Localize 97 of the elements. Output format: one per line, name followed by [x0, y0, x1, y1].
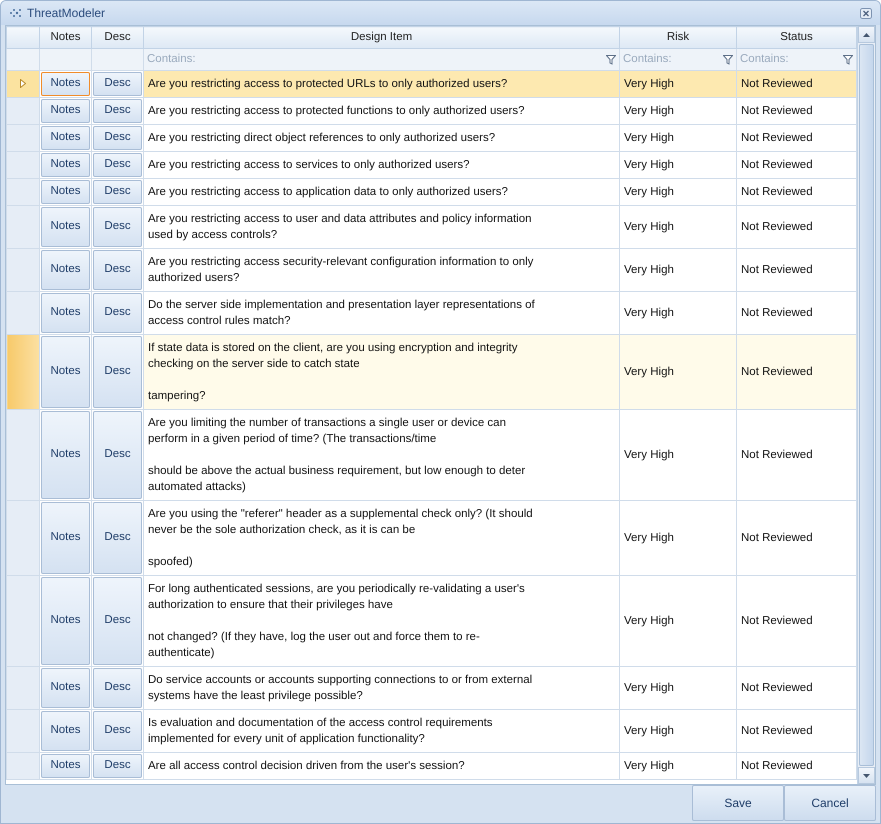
status-cell: Not Reviewed — [736, 98, 856, 124]
design-item-cell: Is evaluation and documentation of the access control requirements implemented for every unit of application functionality? — [144, 710, 620, 752]
risk-cell: Very High — [620, 70, 736, 98]
save-button[interactable]: Save — [692, 785, 784, 821]
status-cell: Not Reviewed — [736, 152, 856, 178]
row-header[interactable] — [6, 710, 40, 752]
notes-button[interactable]: Notes — [41, 668, 90, 708]
status-cell: Not Reviewed — [736, 124, 856, 152]
design-item-cell: Are you restricting access to protected functions to only authorized users? — [144, 98, 620, 124]
row-header[interactable] — [6, 152, 40, 178]
filter-icon[interactable] — [606, 54, 616, 64]
status-cell: Not Reviewed — [736, 70, 856, 98]
risk-cell: Very High — [620, 124, 736, 152]
risk-cell: Very High — [620, 152, 736, 178]
notes-button[interactable]: Notes — [41, 293, 90, 333]
row-header[interactable] — [6, 334, 40, 410]
status-cell: Not Reviewed — [736, 752, 856, 780]
row-header[interactable] — [6, 70, 40, 98]
status-cell: Not Reviewed — [736, 334, 856, 410]
risk-cell: Very High — [620, 500, 736, 576]
notes-button[interactable]: Notes — [41, 126, 90, 150]
risk-cell: Very High — [620, 206, 736, 248]
design-item-cell: Are you limiting the number of transactions a single user or device can perform in a given period of time? (The transactions/time should be above the actual business requirement, but low enough to deter automated attacks) — [144, 410, 620, 500]
design-item-cell: Are you restricting access to protected URLs to only authorized users? — [144, 70, 620, 98]
description-button[interactable]: Desc — [93, 293, 142, 333]
description-button[interactable]: Desc — [93, 72, 142, 96]
design-item-cell: If state data is stored on the client, are you using encryption and integrity checking on the server side to catch state tampering? — [144, 334, 620, 410]
filter-icon[interactable] — [843, 54, 853, 64]
risk-cell: Very High — [620, 710, 736, 752]
notes-button[interactable]: Notes — [41, 207, 90, 247]
description-button[interactable]: Desc — [93, 502, 142, 574]
row-header[interactable] — [6, 178, 40, 206]
description-button[interactable]: Desc — [93, 180, 142, 204]
design-item-cell: Are you restricting access security-relevant configuration information to only authorized users? — [144, 248, 620, 292]
description-button[interactable]: Desc — [93, 668, 142, 708]
cancel-button[interactable]: Cancel — [784, 785, 876, 821]
design-item-cell: Are all access control decision driven from the user's session? — [144, 752, 620, 780]
notes-button[interactable]: Notes — [41, 577, 90, 665]
design-item-cell: Are you restricting access to user and data attributes and policy information used by access controls? — [144, 206, 620, 248]
design-item-cell: Are you restricting access to application data to only authorized users? — [144, 178, 620, 206]
filter-icon[interactable] — [723, 54, 733, 64]
row-header[interactable] — [6, 206, 40, 248]
row-header[interactable] — [6, 752, 40, 780]
scroll-up-icon[interactable] — [863, 32, 870, 36]
description-button[interactable]: Desc — [93, 250, 142, 290]
design-item-cell: Are you restricting direct object references to only authorized users? — [144, 124, 620, 152]
description-button[interactable]: Desc — [93, 411, 142, 499]
row-header[interactable] — [6, 248, 40, 292]
notes-button[interactable]: Notes — [41, 180, 90, 204]
status-cell: Not Reviewed — [736, 178, 856, 206]
notes-button[interactable]: Notes — [41, 502, 90, 574]
risk-cell: Very High — [620, 666, 736, 710]
notes-button[interactable]: Notes — [41, 72, 90, 96]
risk-cell: Very High — [620, 248, 736, 292]
notes-button[interactable]: Notes — [41, 754, 90, 778]
column-header[interactable]: Notes — [40, 26, 92, 48]
notes-button[interactable]: Notes — [41, 711, 90, 751]
design-item-cell: Are you using the "referer" header as a supplemental check only? (It should never be the sole authorization check, as it is can be spoofed) — [144, 500, 620, 576]
row-header[interactable] — [6, 292, 40, 334]
row-header[interactable] — [6, 124, 40, 152]
row-header[interactable] — [6, 500, 40, 576]
column-header[interactable]: Design Item — [144, 26, 620, 48]
row-header[interactable] — [6, 410, 40, 500]
notes-button[interactable]: Notes — [41, 99, 90, 123]
column-header[interactable]: Desc — [92, 26, 144, 48]
description-button[interactable]: Desc — [93, 754, 142, 778]
design-item-cell: For long authenticated sessions, are you periodically re-validating a user's authorization to ensure that their privileges have not changed? (If they have, log the user out and force them to re- authenticate) — [144, 576, 620, 666]
description-button[interactable]: Desc — [93, 99, 142, 123]
risk-cell: Very High — [620, 98, 736, 124]
description-button[interactable]: Desc — [93, 577, 142, 665]
design-item-cell: Do service accounts or accounts supporting connections to or from external systems have the least privilege possible? — [144, 666, 620, 710]
notes-button[interactable]: Notes — [41, 336, 90, 408]
risk-cell: Very High — [620, 410, 736, 500]
description-button[interactable]: Desc — [93, 336, 142, 408]
description-button[interactable]: Desc — [93, 153, 142, 177]
scroll-down-icon[interactable] — [863, 774, 870, 778]
description-button[interactable]: Desc — [93, 207, 142, 247]
description-button[interactable]: Desc — [93, 126, 142, 150]
column-header[interactable]: Risk — [620, 26, 736, 48]
row-header-corner — [6, 26, 40, 48]
row-header[interactable] — [6, 576, 40, 666]
row-header[interactable] — [6, 98, 40, 124]
current-row-icon — [20, 78, 26, 88]
risk-cell: Very High — [620, 334, 736, 410]
risk-cell: Very High — [620, 752, 736, 780]
window-title: ThreatModeler — [27, 5, 106, 22]
design-item-cell: Are you restricting access to services to only authorized users? — [144, 152, 620, 178]
app-icon — [9, 7, 23, 19]
row-header[interactable] — [6, 666, 40, 710]
risk-cell: Very High — [620, 576, 736, 666]
notes-button[interactable]: Notes — [41, 250, 90, 290]
notes-button[interactable]: Notes — [41, 411, 90, 499]
close-icon[interactable] — [860, 8, 872, 18]
risk-cell: Very High — [620, 178, 736, 206]
notes-button[interactable]: Notes — [41, 153, 90, 177]
column-header[interactable]: Status — [736, 26, 856, 48]
description-button[interactable]: Desc — [93, 711, 142, 751]
